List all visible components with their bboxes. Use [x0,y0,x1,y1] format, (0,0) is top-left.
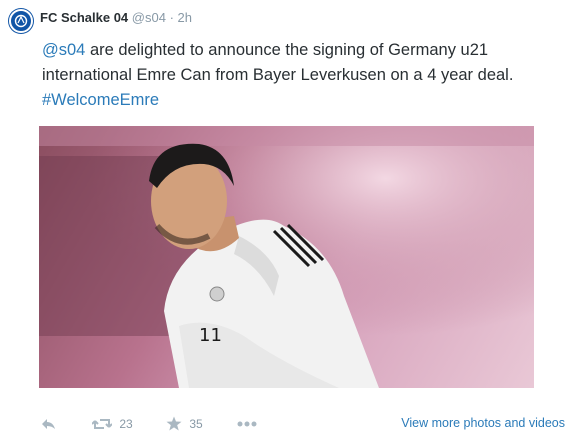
reply-icon [42,418,55,429]
account-avatar[interactable] [9,9,33,33]
tweet-text-line1: are delighted to announce the signing of… [89,41,489,59]
more-icon [237,421,257,427]
display-name[interactable]: FC Schalke 04 [40,10,128,25]
svg-text:11: 11 [199,325,222,346]
favorite-button[interactable]: 35 [166,416,203,431]
player-photo-illustration: 11 [39,126,534,388]
star-icon [166,416,182,431]
tweet-text: @s04 are delighted to announce the signi… [42,38,562,113]
tweet-header: FC Schalke 04 @s04 · 2h [40,10,192,25]
schalke-logo-icon [12,12,30,30]
tweet-text-line2: international Emre Can from Bayer Leverk… [42,66,514,84]
hashtag-link[interactable]: #WelcomeEmre [42,91,159,109]
favorite-count: 35 [189,416,203,431]
view-more-media-link[interactable]: View more photos and videos [401,416,565,430]
tweet-photo[interactable]: 11 [39,126,534,388]
mention-link[interactable]: @s04 [42,41,85,59]
time-separator: · [169,10,174,25]
retweet-count: 23 [119,416,133,431]
retweet-button[interactable]: 23 [91,416,133,431]
reply-button[interactable] [40,416,56,431]
user-handle[interactable]: @s04 [132,10,166,25]
retweet-icon [91,418,113,429]
timestamp[interactable]: 2h [178,10,192,25]
more-button[interactable] [237,416,257,431]
